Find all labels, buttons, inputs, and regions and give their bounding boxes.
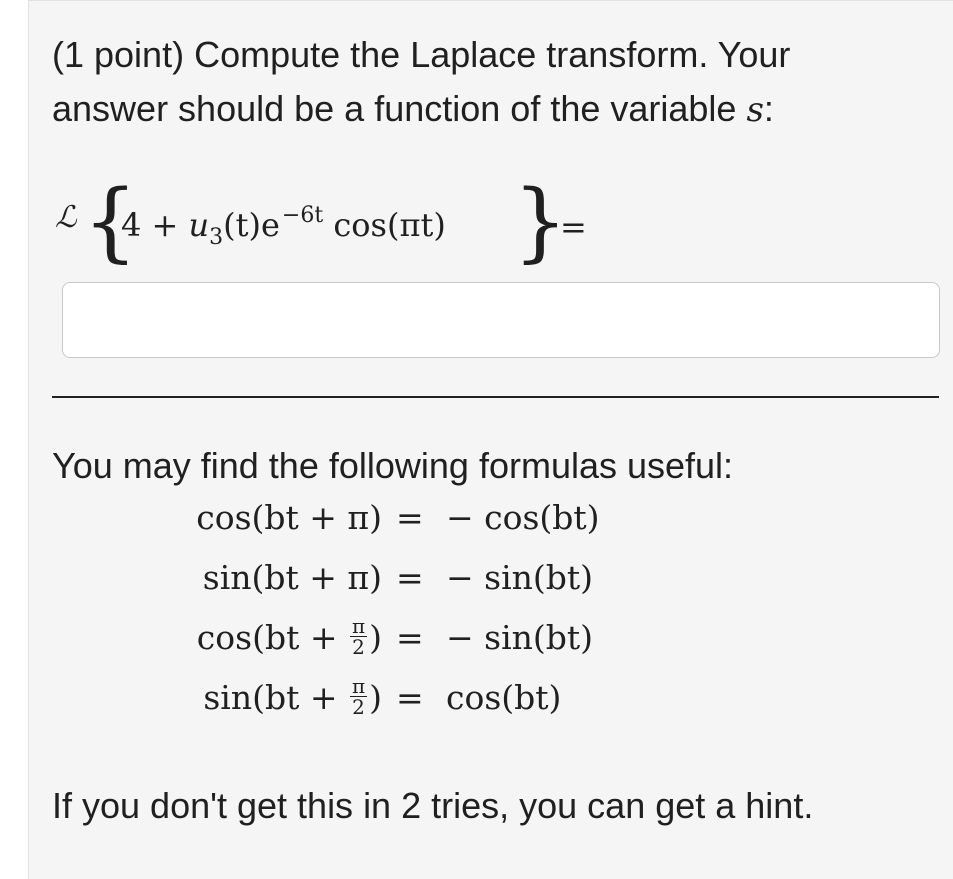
expr-cos: cos(πt) xyxy=(323,206,446,244)
laplace-expression: 4 + u3(t)e−6t cos(πt) xyxy=(121,203,446,250)
formula-row: sin(bt + π 2) = cos(bt) xyxy=(0,673,953,738)
fraction-numerator: π xyxy=(349,613,368,638)
fraction-numerator: π xyxy=(349,673,368,698)
problem-statement: (1 point) Compute the Laplace transform.… xyxy=(52,28,912,137)
fraction-denominator: 2 xyxy=(352,694,365,719)
formula-rhs: − sin(bt) xyxy=(446,618,594,657)
equals-sign: = xyxy=(560,208,587,246)
formula-equals: = xyxy=(396,618,424,657)
intro-line-1: (1 point) Compute the Laplace transform.… xyxy=(52,34,791,75)
expr-t: (t)e xyxy=(223,206,280,244)
expr-exponent: −6t xyxy=(281,203,324,228)
formula-row: sin(bt + π) = − sin(bt) xyxy=(0,558,953,618)
formula-lhs: cos(bt + π 2) xyxy=(196,613,382,661)
formula-row: cos(bt + π 2) = − sin(bt) xyxy=(0,613,953,678)
formula-lhs: cos(bt + π) xyxy=(196,498,382,537)
formula-lhs-suffix: ) xyxy=(369,618,382,657)
answer-input[interactable] xyxy=(62,282,940,358)
formula-equals: = xyxy=(396,678,424,717)
formula-lhs: sin(bt + π) xyxy=(202,558,382,597)
variable-s: s xyxy=(746,90,764,130)
divider xyxy=(52,396,939,398)
expr-u: u xyxy=(188,206,210,244)
formula-rhs: − cos(bt) xyxy=(446,498,600,537)
formula-lhs: sin(bt + π 2) xyxy=(203,673,382,721)
fraction-denominator: 2 xyxy=(352,634,365,659)
formula-rhs: cos(bt) xyxy=(446,678,562,717)
laplace-symbol: ℒ xyxy=(55,200,77,235)
formula-lhs-suffix: ) xyxy=(369,678,382,717)
formulas-intro: You may find the following formulas usef… xyxy=(52,445,734,486)
formula-lhs-prefix: cos(bt + xyxy=(196,618,348,657)
hint-availability-text: If you don't get this in 2 tries, you ca… xyxy=(52,785,814,826)
expr-u-sub: 3 xyxy=(209,225,224,250)
expr-const: 4 + xyxy=(121,206,189,244)
intro-line-2: answer should be a function of the varia… xyxy=(52,82,912,137)
formula-lhs-prefix: sin(bt + xyxy=(203,678,348,717)
formula-row: cos(bt + π) = − cos(bt) xyxy=(0,498,953,558)
fraction-pi-over-2: π2 xyxy=(349,673,368,719)
intro-line-2-text: answer should be a function of the varia… xyxy=(52,88,747,129)
fraction-pi-over-2: π2 xyxy=(349,613,368,659)
formula-rhs: − sin(bt) xyxy=(446,558,594,597)
formula-equals: = xyxy=(396,498,424,537)
intro-line-2-colon: : xyxy=(763,88,774,129)
formula-equals: = xyxy=(396,558,424,597)
